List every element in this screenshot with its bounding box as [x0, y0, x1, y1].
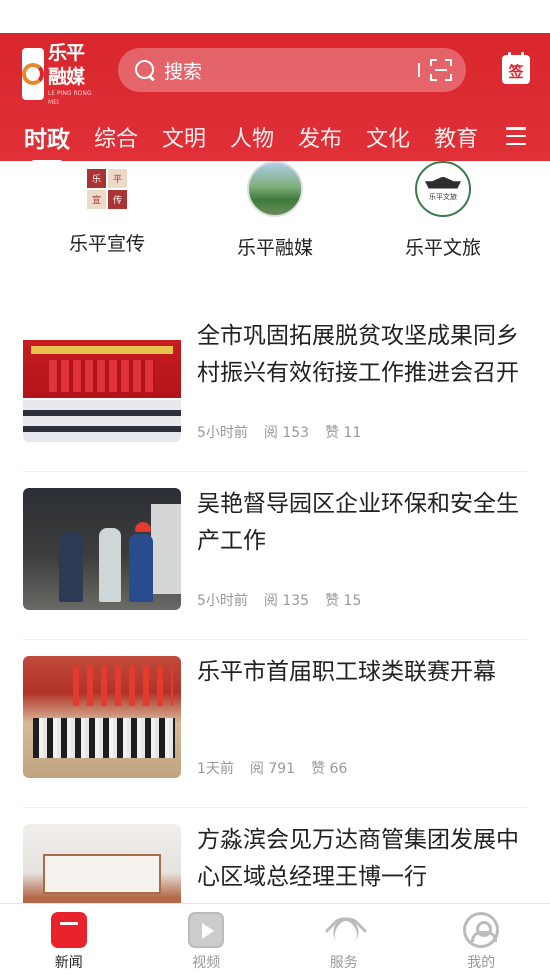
logo-text: 乐平融媒 [48, 42, 85, 88]
news-time: 5小时前 [197, 593, 248, 609]
tabbar-news[interactable]: 新闻 [0, 904, 138, 979]
channel-leping-xuanchuan[interactable]: 乐平宣传 乐平宣传 [42, 161, 172, 256]
tabbar-label: 新闻 [54, 955, 83, 971]
news-item[interactable]: 吴艳督导园区企业环保和安全生产工作 5小时前 阅 135 赞 15 [23, 472, 527, 640]
tab-wenhua[interactable]: 文化 [366, 121, 410, 153]
tabbar-label: 服务 [329, 955, 358, 971]
news-reads: 阅 135 [263, 593, 310, 609]
news-title: 吴艳督导园区企业环保和安全生产工作 [197, 491, 519, 554]
service-icon [326, 912, 362, 948]
channel-leping-wenlv[interactable]: 乐平文旅 乐平文旅 [378, 161, 508, 260]
news-likes: 赞 15 [325, 593, 362, 609]
news-meta: 5小时前 阅 153 赞 11 [197, 422, 361, 442]
tab-wenming[interactable]: 文明 [162, 121, 206, 153]
status-bar [0, 0, 550, 33]
tab-fabu[interactable]: 发布 [298, 121, 342, 153]
search-placeholder: 搜索 [164, 60, 203, 83]
news-reads: 阅 791 [249, 761, 296, 777]
channel-label: 乐平文旅 [404, 237, 481, 259]
logo-subtext: LE PING RONG MEI [48, 90, 92, 106]
leping-rongmei-logo-icon [247, 161, 303, 217]
news-time: 5小时前 [197, 425, 248, 441]
news-meta: 1天前 阅 791 赞 66 [197, 758, 347, 778]
search-bar[interactable]: 搜索 [118, 48, 466, 92]
news-title: 乐平市首届职工球类联赛开幕 [197, 659, 496, 685]
tab-zonghe[interactable]: 综合 [94, 121, 138, 153]
bottom-tabbar: 新闻 视频 服务 我的 [0, 903, 550, 979]
tabbar-profile[interactable]: 我的 [413, 904, 550, 979]
channel-shortcuts: 乐平宣传 乐平宣传 乐平融媒 乐平文旅 乐平文旅 [0, 161, 550, 271]
app-header: 乐平融媒 LE PING RONG MEI 搜索 签 时政 综合 文明 人物 发… [0, 33, 550, 164]
tab-renwu[interactable]: 人物 [230, 121, 274, 153]
news-likes: 赞 66 [311, 761, 348, 777]
news-title: 全市巩固拓展脱贫攻坚成果同乡村振兴有效衔接工作推进会召开 [197, 323, 519, 386]
news-item[interactable]: 乐平市首届职工球类联赛开幕 1天前 阅 791 赞 66 [23, 640, 527, 808]
tab-jiaoyu[interactable]: 教育 [434, 121, 478, 153]
news-icon [50, 912, 87, 948]
tab-shizheng[interactable]: 时政 [24, 120, 70, 164]
news-reads: 阅 153 [263, 425, 310, 441]
news-title: 方淼滨会见万达商管集团发展中心区域总经理王博一行 [197, 827, 519, 890]
channel-label: 乐平宣传 [68, 233, 145, 255]
tabbar-service[interactable]: 服务 [275, 904, 413, 979]
tabbar-label: 视频 [192, 955, 221, 971]
news-time: 1天前 [197, 761, 234, 777]
news-likes: 赞 11 [325, 425, 362, 441]
logo-mark-icon [22, 48, 44, 100]
signin-calendar-button[interactable]: 签 [502, 52, 530, 84]
search-icon [134, 59, 156, 81]
leping-xuanchuan-logo-icon: 乐平宣传 [83, 165, 131, 213]
profile-icon [463, 912, 500, 948]
news-list: 全市巩固拓展脱贫攻坚成果同乡村振兴有效衔接工作推进会召开 5小时前 阅 153 … [0, 304, 550, 976]
channel-leping-rongmei[interactable]: 乐平融媒 [210, 161, 340, 260]
video-icon [188, 912, 225, 948]
menu-icon[interactable] [506, 127, 526, 145]
news-item[interactable]: 全市巩固拓展脱贫攻坚成果同乡村振兴有效衔接工作推进会召开 5小时前 阅 153 … [23, 304, 527, 472]
tabbar-label: 我的 [467, 955, 496, 971]
scan-icon[interactable] [430, 59, 452, 81]
channel-label: 乐平融媒 [236, 237, 313, 259]
app-logo[interactable]: 乐平融媒 LE PING RONG MEI [22, 42, 100, 106]
tabbar-video[interactable]: 视频 [138, 904, 276, 979]
leping-wenlv-logo-icon: 乐平文旅 [415, 161, 471, 217]
category-tabs: 时政 综合 文明 人物 发布 文化 教育 [0, 113, 550, 164]
search-divider [418, 63, 420, 77]
news-thumbnail [23, 656, 181, 778]
news-thumbnail [23, 488, 181, 610]
news-thumbnail [23, 320, 181, 442]
news-meta: 5小时前 阅 135 赞 15 [197, 590, 361, 610]
